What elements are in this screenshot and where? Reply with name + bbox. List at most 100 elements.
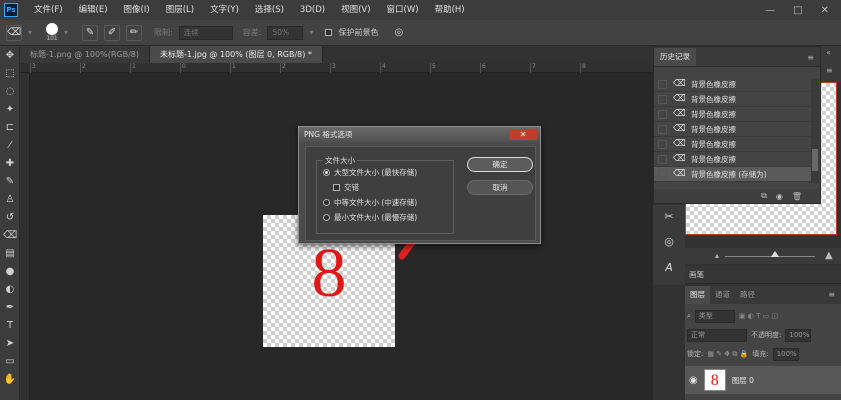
chevron-down-icon[interactable]: ▾ — [28, 28, 32, 37]
history-snapshot-checkbox[interactable] — [658, 79, 667, 89]
fill-input[interactable]: 100% — [772, 347, 799, 361]
history-item-selected[interactable]: ⌫ 背景色橡皮擦 (存储为) — [654, 167, 811, 182]
collapse-icon[interactable]: « — [826, 48, 831, 57]
layer-row[interactable]: ◉ 8 图层 0 — [685, 366, 841, 394]
history-snapshot-checkbox[interactable] — [658, 124, 667, 134]
history-scrollbar-thumb[interactable] — [812, 149, 818, 171]
brush-panel-tab[interactable]: 画笔 — [685, 266, 841, 284]
history-scrollbar[interactable] — [811, 79, 819, 183]
limit-select[interactable]: 连续 — [178, 25, 233, 40]
panel-menu-icon[interactable]: ≡ — [826, 66, 833, 75]
chevron-down-icon[interactable]: ▾ — [64, 28, 68, 37]
chevron-down-icon[interactable]: ▾ — [309, 28, 313, 37]
sampling-swatch-icon[interactable]: ✏ — [126, 24, 143, 41]
magic-wand-tool-icon[interactable]: ✦ — [3, 102, 17, 116]
lock-icons[interactable]: ▦ ✎ ✥ ⧉ 🔒 — [707, 350, 748, 359]
radio-small-file[interactable] — [323, 214, 330, 221]
blend-mode-select[interactable]: 正常 — [687, 328, 747, 342]
tab-channels[interactable]: 通道 — [710, 286, 735, 304]
eraser-tool-preset-icon[interactable]: ⌫ — [6, 24, 22, 41]
history-snapshot-checkbox[interactable] — [658, 154, 667, 164]
panel-menu-icon[interactable]: ≡ — [807, 53, 814, 62]
radio-medium-file[interactable] — [323, 199, 330, 206]
menu-layer[interactable]: 图层(L) — [158, 0, 202, 20]
tab-document-2[interactable]: 未标题-1.jpg @ 100% (图层 0, RGB/8) * — [149, 46, 323, 63]
history-snapshot-checkbox[interactable] — [658, 139, 667, 149]
blur-tool-icon[interactable]: ● — [3, 264, 17, 278]
tab-layers[interactable]: 图层 — [685, 286, 710, 304]
new-snapshot-icon[interactable]: ◉ — [776, 192, 783, 201]
lasso-tool-icon[interactable]: ◌ — [3, 84, 17, 98]
sampling-continuous-icon[interactable]: ✎ — [82, 24, 99, 41]
history-snapshot-checkbox[interactable] — [658, 94, 667, 104]
history-snapshot-checkbox[interactable] — [658, 169, 667, 179]
hand-tool-icon[interactable]: ✋ — [3, 372, 17, 386]
crop-tool-icon[interactable]: ⊏ — [3, 120, 17, 134]
tab-paths[interactable]: 路径 — [735, 286, 760, 304]
menu-help[interactable]: 帮助(H) — [427, 0, 473, 20]
eyedropper-tool-icon[interactable]: ⁄ — [3, 138, 17, 152]
brush-size-picker[interactable]: 101 — [46, 23, 59, 42]
zoom-out-icon[interactable]: ▴ — [715, 251, 719, 260]
protect-foreground-checkbox[interactable] — [325, 29, 333, 36]
new-document-from-state-icon[interactable]: ⧉ — [761, 191, 767, 201]
character-icon[interactable]: A — [661, 259, 677, 275]
menu-type[interactable]: 文字(Y) — [202, 0, 247, 20]
history-item[interactable]: ⌫ 背景色橡皮擦 — [654, 92, 811, 107]
interlace-checkbox[interactable] — [333, 184, 340, 191]
pressure-icon[interactable]: ◎ — [394, 27, 403, 38]
history-item[interactable]: ⌫ 背景色橡皮擦 — [654, 152, 811, 167]
brush-tool-icon[interactable]: ✎ — [3, 174, 17, 188]
layer-name[interactable]: 图层 0 — [732, 375, 754, 386]
menu-edit[interactable]: 编辑(E) — [71, 0, 116, 20]
radio-large-file[interactable] — [323, 169, 330, 176]
history-item[interactable]: ⌫ 背景色橡皮擦 — [654, 137, 811, 152]
healing-brush-tool-icon[interactable]: ✚ — [3, 156, 17, 170]
gradient-tool-icon[interactable]: ▤ — [3, 246, 17, 260]
tools-preset-icon[interactable]: ✂ — [661, 208, 677, 224]
close-window-button[interactable]: ✕ — [821, 5, 829, 16]
panel-menu-icon[interactable]: ≡ — [828, 286, 835, 304]
history-item[interactable]: ⌫ 背景色橡皮擦 — [654, 77, 811, 92]
eraser-tool-icon[interactable]: ⌫ — [3, 228, 17, 242]
menu-select[interactable]: 选择(S) — [247, 0, 292, 20]
maximize-button[interactable]: □ — [793, 5, 802, 16]
tab-history[interactable]: 历史记录 — [654, 48, 696, 66]
type-tool-icon[interactable]: T — [3, 318, 17, 332]
opacity-input[interactable]: 100% — [785, 328, 812, 342]
option-small-file[interactable]: 最小文件大小 (最慢存储) — [323, 212, 417, 223]
zoom-slider-track[interactable] — [725, 256, 815, 257]
tolerance-input[interactable]: 50% — [267, 25, 304, 40]
sampling-once-icon[interactable]: ✐ — [104, 24, 121, 41]
zoom-in-icon[interactable]: ▲ — [825, 250, 833, 261]
option-interlace[interactable]: 交错 — [333, 182, 359, 193]
dodge-tool-icon[interactable]: ◐ — [3, 282, 17, 296]
eye-icon[interactable]: ◉ — [689, 375, 698, 386]
zoom-slider-handle[interactable] — [771, 251, 779, 257]
option-medium-file[interactable]: 中等文件大小 (中速存储) — [323, 197, 417, 208]
menu-3d[interactable]: 3D(D) — [292, 0, 333, 20]
minimize-button[interactable]: — — [765, 5, 775, 16]
paths-icon[interactable]: ◎ — [661, 233, 677, 249]
path-selection-tool-icon[interactable]: ➤ — [3, 336, 17, 350]
marquee-tool-icon[interactable]: ⬚ — [3, 66, 17, 80]
delete-icon[interactable]: 🗑 — [792, 192, 802, 201]
menu-file[interactable]: 文件(F) — [26, 0, 71, 20]
menu-image[interactable]: 图像(I) — [116, 0, 158, 20]
ok-button[interactable]: 确定 — [467, 157, 533, 172]
move-tool-icon[interactable]: ✥ — [3, 48, 17, 62]
history-item[interactable]: ⌫ 背景色橡皮擦 — [654, 122, 811, 137]
shape-tool-icon[interactable]: ▭ — [3, 354, 17, 368]
history-snapshot-checkbox[interactable] — [658, 109, 667, 119]
menu-window[interactable]: 窗口(W) — [379, 0, 427, 20]
option-large-file[interactable]: 大型文件大小 (最快存储) — [323, 167, 417, 178]
tab-document-1[interactable]: 标题-1.png @ 100%(RGB/8) — [20, 46, 150, 63]
filter-icons[interactable]: ▣ ◐ T ▭ ◫ — [739, 312, 778, 320]
history-item[interactable]: ⌫ 背景色橡皮擦 — [654, 107, 811, 122]
dialog-close-button[interactable]: ✕ — [509, 129, 537, 140]
layer-kind-select[interactable]: 类型 — [694, 309, 735, 323]
pen-tool-icon[interactable]: ✒ — [3, 300, 17, 314]
history-brush-tool-icon[interactable]: ↺ — [3, 210, 17, 224]
cancel-button[interactable]: 取消 — [467, 180, 533, 195]
menu-view[interactable]: 视图(V) — [333, 0, 378, 20]
